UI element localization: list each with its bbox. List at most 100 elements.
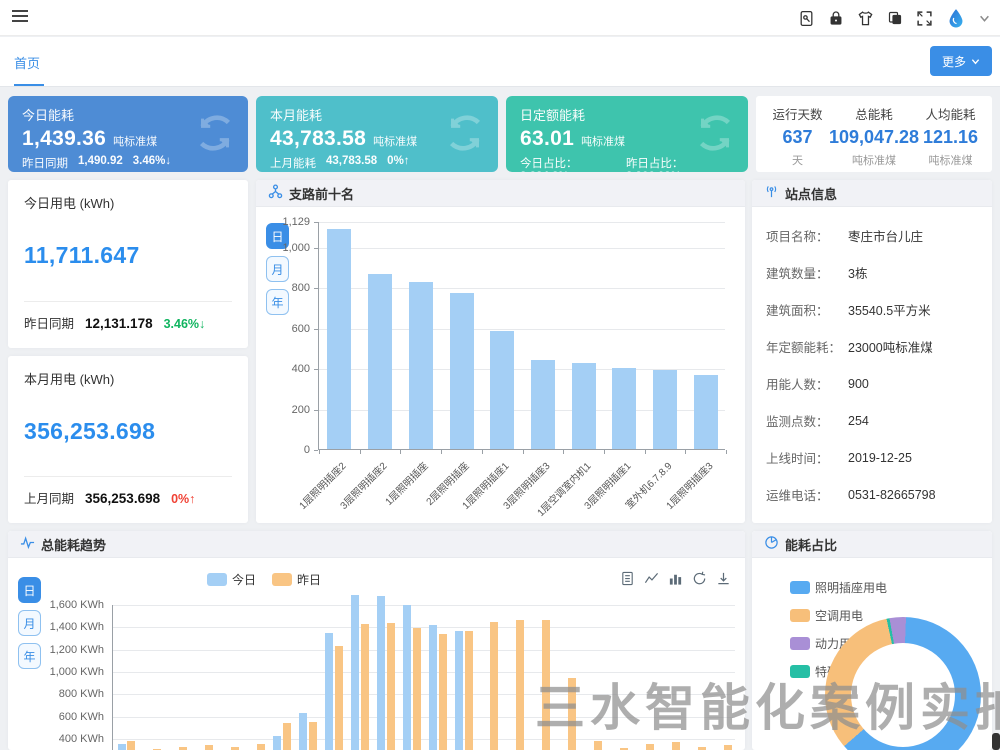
- kpi-sub-value: 43,783.58: [326, 155, 377, 171]
- kpi-sub-label: 昨日同期: [22, 155, 68, 171]
- branch-bar[interactable]: [327, 229, 351, 449]
- legend-item-yesterday[interactable]: 昨日: [272, 571, 321, 588]
- trend-bar-昨日[interactable]: [646, 744, 654, 750]
- trend-bar-今日[interactable]: [403, 605, 411, 750]
- kpi-sub-change: 3.46%↓: [133, 155, 171, 171]
- branch-bar-chart[interactable]: [318, 222, 725, 450]
- compare-value: 356,253.698: [85, 491, 160, 506]
- branch-bar[interactable]: [612, 368, 636, 449]
- branch-bar[interactable]: [694, 375, 718, 449]
- change-badge: 3.46%↓: [164, 317, 206, 331]
- theme-shirt-icon[interactable]: [857, 10, 874, 27]
- kpi-value: 63.01: [520, 127, 574, 151]
- refresh-cycle-icon: [442, 110, 488, 161]
- branch-bar[interactable]: [490, 331, 514, 449]
- trend-legend: 今日 昨日: [207, 571, 321, 588]
- branch-bar[interactable]: [368, 274, 392, 449]
- tab-bar: 首页 更多: [0, 37, 1000, 87]
- data-view-icon[interactable]: [620, 571, 635, 591]
- panel-title: 站点信息: [785, 184, 837, 203]
- trend-bar-昨日[interactable]: [413, 628, 421, 750]
- logo-drop-icon[interactable]: [946, 8, 966, 28]
- chevron-down-icon[interactable]: [979, 13, 990, 24]
- trend-bar-今日[interactable]: [429, 625, 437, 750]
- trend-bar-昨日[interactable]: [490, 622, 498, 750]
- trend-bar-昨日[interactable]: [387, 623, 395, 750]
- more-button[interactable]: 更多: [930, 46, 992, 76]
- trend-bar-昨日[interactable]: [594, 741, 602, 750]
- trend-bar-今日[interactable]: [118, 744, 126, 750]
- trend-bar-chart[interactable]: [112, 605, 735, 750]
- fullscreen-icon[interactable]: [916, 10, 933, 27]
- trend-bar-昨日[interactable]: [231, 747, 239, 750]
- branch-x-axis-labels: 1层照明插座23层照明插座21层照明插座2层照明插座1层照明插座13层照明插座3…: [318, 458, 725, 518]
- trend-bar-昨日[interactable]: [257, 744, 265, 750]
- kpi-value: 1,439.36: [22, 127, 106, 151]
- top-bar: [0, 0, 1000, 36]
- card-value: 11,711.647: [24, 242, 232, 269]
- change-badge: 0%↑: [171, 492, 195, 506]
- divider: [24, 476, 232, 477]
- kpi-card-daily-quota-energy: 日定额能耗 63.01吨标准煤 今日占比：2,284.2% 昨日占比：2,366…: [506, 96, 748, 172]
- panel-title: 支路前十名: [289, 184, 354, 203]
- trend-bar-昨日[interactable]: [127, 741, 135, 750]
- tool-clipboard-icon[interactable]: [798, 10, 815, 27]
- trend-bar-昨日[interactable]: [179, 747, 187, 750]
- pie-legend-item[interactable]: 空调用电: [790, 607, 887, 624]
- trend-bar-昨日[interactable]: [465, 631, 473, 750]
- stat-per-capita-energy: 人均能耗 121.16 吨标准煤: [919, 104, 982, 164]
- trend-bar-今日[interactable]: [325, 633, 333, 750]
- trend-bar-昨日[interactable]: [724, 745, 732, 750]
- trend-y-axis-labels: 1,600 KWh1,400 KWh1,200 KWh1,000 KWh800 …: [8, 605, 104, 750]
- pie-legend-item[interactable]: 照明插座用电: [790, 579, 887, 596]
- today-electricity-card: 今日用电 (kWh) 11,711.647 昨日同期 12,131.178 3.…: [8, 180, 248, 348]
- branch-bar[interactable]: [653, 370, 677, 449]
- legend-item-today[interactable]: 今日: [207, 571, 256, 588]
- panel-title: 总能耗趋势: [41, 535, 106, 554]
- refresh-cycle-icon: [192, 110, 238, 161]
- branch-bar[interactable]: [531, 360, 555, 449]
- trend-bar-昨日[interactable]: [698, 747, 706, 750]
- trend-bar-今日[interactable]: [455, 631, 463, 750]
- kpi-card-today-energy: 今日能耗 1,439.36吨标准煤 昨日同期1,490.923.46%↓: [8, 96, 248, 172]
- panel-title: 能耗占比: [785, 535, 837, 554]
- trend-bar-昨日[interactable]: [283, 723, 291, 750]
- trend-bar-今日[interactable]: [273, 736, 281, 750]
- tab-home[interactable]: 首页: [14, 53, 40, 72]
- trend-bar-昨日[interactable]: [335, 646, 343, 750]
- branch-bar[interactable]: [450, 293, 474, 450]
- trend-bar-昨日[interactable]: [516, 620, 524, 750]
- download-icon[interactable]: [716, 571, 731, 591]
- site-info-row: 建筑面积：35540.5平方米: [766, 291, 978, 328]
- lock-icon[interactable]: [828, 10, 844, 26]
- branch-x-label: 1层照明插座: [381, 458, 431, 508]
- trend-bar-昨日[interactable]: [361, 624, 369, 750]
- trend-bar-昨日[interactable]: [309, 722, 317, 750]
- scrollbar-thumb[interactable]: [992, 733, 1000, 750]
- branch-bar[interactable]: [409, 282, 433, 449]
- refresh-icon[interactable]: [692, 571, 707, 591]
- trend-bar-昨日[interactable]: [672, 742, 680, 750]
- line-chart-toggle-icon[interactable]: [644, 571, 659, 591]
- copy-icon[interactable]: [887, 10, 903, 26]
- trend-bar-昨日[interactable]: [439, 634, 447, 750]
- divider: [24, 301, 232, 302]
- card-title: 本月用电 (kWh): [24, 369, 232, 388]
- branch-bar[interactable]: [572, 363, 596, 449]
- compare-label: 上月同期: [24, 488, 74, 507]
- summary-stats: 运行天数 637 天 总能耗 109,047.28 吨标准煤 人均能耗 121.…: [756, 96, 992, 172]
- trend-bar-今日[interactable]: [351, 595, 359, 750]
- trend-bar-今日[interactable]: [299, 713, 307, 750]
- menu-toggle-icon[interactable]: [12, 10, 28, 24]
- compare-value: 12,131.178: [85, 316, 153, 331]
- trend-bar-昨日[interactable]: [205, 745, 213, 750]
- branch-y-axis-labels: 02004006008001,0001,129: [256, 222, 310, 450]
- trend-bar-昨日[interactable]: [542, 620, 550, 750]
- trend-bar-今日[interactable]: [377, 596, 385, 750]
- branch-top10-panel: 支路前十名 日 月 年 02004006008001,0001,129 1层照明…: [256, 180, 745, 523]
- bar-chart-toggle-icon[interactable]: [668, 571, 683, 591]
- kpi-unit: 吨标准煤: [373, 133, 417, 149]
- site-info-row: 监测点数：254: [766, 402, 978, 439]
- trend-bar-昨日[interactable]: [568, 678, 576, 750]
- refresh-cycle-icon: [692, 110, 738, 161]
